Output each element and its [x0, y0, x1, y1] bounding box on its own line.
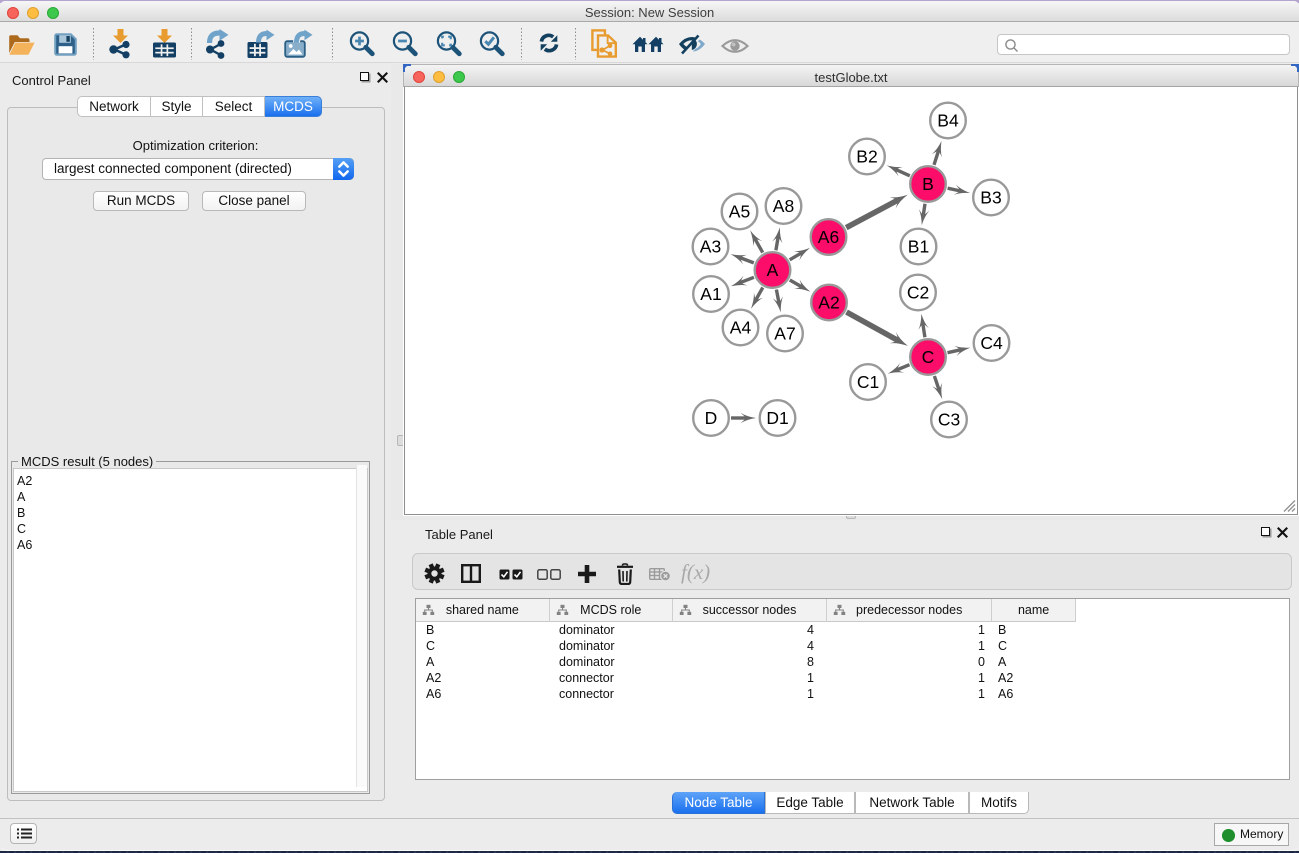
svg-text:C2: C2	[907, 283, 929, 303]
svg-text:A5: A5	[729, 202, 750, 222]
svg-text:A8: A8	[773, 196, 794, 216]
svg-text:B4: B4	[937, 111, 959, 131]
svg-text:D1: D1	[766, 408, 788, 428]
svg-text:A3: A3	[700, 237, 721, 257]
svg-text:C4: C4	[980, 333, 1003, 353]
svg-text:A2: A2	[818, 293, 839, 313]
svg-text:A6: A6	[818, 227, 839, 247]
svg-text:C: C	[922, 347, 935, 367]
svg-text:B1: B1	[908, 237, 929, 257]
svg-text:A1: A1	[700, 284, 721, 304]
svg-text:C1: C1	[857, 372, 879, 392]
svg-text:A7: A7	[774, 324, 795, 344]
svg-text:A: A	[767, 260, 779, 280]
svg-text:C3: C3	[938, 410, 960, 430]
svg-text:B3: B3	[980, 188, 1001, 208]
svg-text:B: B	[922, 174, 934, 194]
svg-text:B2: B2	[856, 147, 877, 167]
svg-text:A4: A4	[730, 318, 752, 338]
svg-text:D: D	[705, 408, 718, 428]
